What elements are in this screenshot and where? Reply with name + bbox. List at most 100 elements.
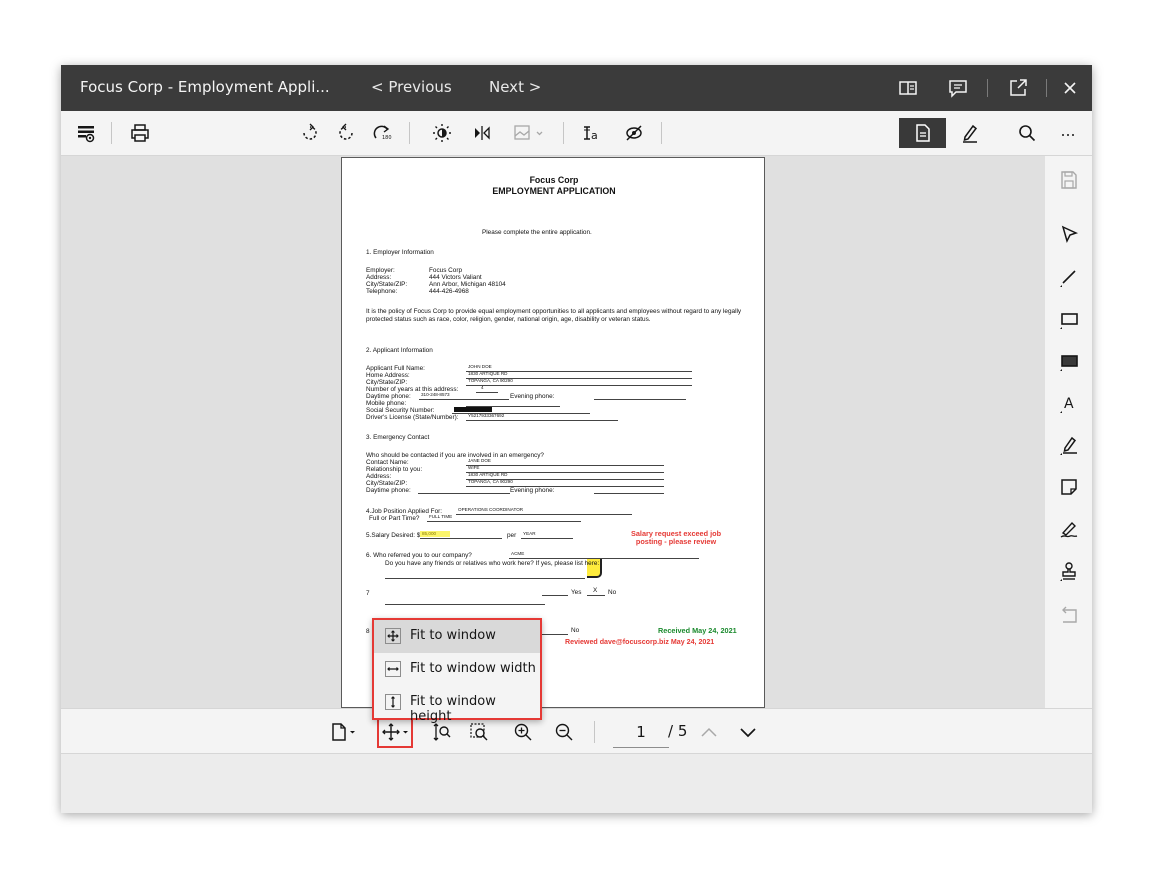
highlight-icon[interactable] (1057, 433, 1081, 457)
doc-underline (476, 392, 498, 393)
search-icon[interactable] (1016, 122, 1038, 144)
menu-item-fit-to-window[interactable]: Fit to window (374, 620, 540, 653)
redaction-box (454, 407, 492, 412)
doc-label: Address: (366, 473, 392, 480)
text-icon[interactable]: A (1057, 391, 1081, 415)
rectangle-icon[interactable] (1057, 307, 1081, 331)
close-icon[interactable] (1059, 77, 1081, 99)
select-pointer-icon[interactable] (1057, 222, 1081, 246)
zoom-out-icon[interactable] (553, 721, 575, 743)
doc-text: Do you have any friends or relatives who… (385, 560, 600, 567)
page-up-icon[interactable] (698, 721, 720, 743)
doc-label: Daytime phone: (366, 393, 411, 400)
line-icon[interactable] (1057, 265, 1081, 289)
doc-label: City/State/ZIP: (366, 281, 408, 288)
annotate-mode-button[interactable] (946, 118, 993, 148)
doc-text: 8 (366, 628, 370, 635)
title-bar: Focus Corp - Employment Appli... < Previ… (61, 65, 1092, 111)
received-stamp: Received May 24, 2021 (658, 626, 737, 635)
doc-label: Mobile phone: (366, 400, 407, 407)
annotate-mode-icon (963, 124, 978, 143)
save-icon[interactable] (1057, 168, 1081, 192)
brightness-icon[interactable] (431, 122, 453, 144)
doc-underline (419, 399, 509, 400)
zoom-in-icon[interactable] (512, 721, 534, 743)
doc-fill-value: TOPANGA, CA 90290 (468, 479, 513, 484)
doc-underline (466, 420, 618, 421)
page-number-input[interactable] (613, 717, 669, 748)
document-viewer-window: Focus Corp - Employment Appli... < Previ… (61, 65, 1092, 813)
image-options-icon[interactable] (511, 122, 547, 144)
doc-underline (542, 595, 568, 596)
viewer-footer (61, 753, 1092, 813)
titlebar-divider (1046, 79, 1047, 97)
doc-label: Telephone: (366, 288, 398, 295)
svg-text:a: a (591, 129, 598, 142)
doc-label: 6. Who referred you to our company? (366, 552, 472, 559)
doc-label: Relationship to you: (366, 466, 423, 473)
doc-fill-value: Y5217933367692 (468, 413, 505, 418)
text-analysis-icon[interactable]: a (581, 122, 603, 144)
doc-fill-value: FULL TIME (429, 514, 453, 519)
panel-icon[interactable] (897, 77, 919, 99)
doc-label: per (507, 532, 517, 539)
fit-to-window-icon (385, 628, 401, 644)
doc-fill-value: X (593, 587, 598, 594)
viewer-bottom-bar: / 5 (61, 708, 1092, 753)
flip-icon[interactable] (471, 122, 493, 144)
launch-icon[interactable] (1007, 77, 1029, 99)
fit-to-width-icon (385, 661, 401, 677)
filled-rectangle-icon[interactable] (1057, 349, 1081, 373)
doc-label: No (608, 589, 617, 596)
toolbar-divider (563, 122, 564, 144)
previous-button[interactable]: < Previous (371, 78, 452, 96)
document-canvas: Focus Corp EMPLOYMENT APPLICATION Please… (61, 156, 1045, 708)
menu-item-fit-to-height[interactable]: Fit to window height (374, 686, 540, 724)
titlebar-divider (987, 79, 988, 97)
doc-label: Employer: (366, 267, 395, 274)
doc-value: 444-426-4968 (429, 288, 469, 295)
hide-icon[interactable] (623, 122, 645, 144)
print-icon[interactable] (129, 122, 151, 144)
doc-label: 5.Salary Desired: $ (366, 532, 421, 539)
document-icon[interactable] (329, 721, 359, 743)
doc-underline (466, 465, 664, 466)
doc-fill-value: JOHN DOE (468, 364, 492, 369)
stamp-icon[interactable] (1057, 559, 1081, 583)
document-toolbar: 180 a (61, 111, 1092, 156)
view-mode-button[interactable] (899, 118, 946, 148)
next-button[interactable]: Next > (489, 78, 541, 96)
doc-underline (521, 538, 573, 539)
document-title: Focus Corp - Employment Appli... (80, 78, 330, 96)
menu-item-label: Fit to window width (410, 661, 536, 676)
menu-item-fit-to-width[interactable]: Fit to window width (374, 653, 540, 686)
doc-value: Focus Corp (429, 267, 463, 274)
doc-label: No (571, 627, 580, 634)
fit-options-menu: Fit to window Fit to window width Fit to… (372, 618, 542, 724)
doc-underline (466, 486, 664, 487)
signature-icon[interactable] (1057, 517, 1081, 541)
rotate-dashed-icon[interactable] (299, 122, 321, 144)
doc-text: 7 (366, 590, 370, 597)
doc-underline (385, 604, 545, 605)
thumbnail-view-icon[interactable] (75, 122, 97, 144)
doc-underline (418, 493, 510, 494)
comment-icon[interactable] (947, 77, 969, 99)
doc-label: City/State/ZIP: (366, 379, 408, 386)
rotate-right-icon[interactable]: 180 (371, 122, 393, 144)
zoom-to-selection-icon[interactable] (468, 721, 490, 743)
doc-instruction: Please complete the entire application. (482, 229, 592, 236)
overflow-menu-icon[interactable] (1057, 122, 1079, 144)
page-down-icon[interactable] (737, 721, 759, 743)
doc-label: Yes (571, 589, 582, 596)
doc-underline (587, 595, 605, 596)
toolbar-divider (111, 122, 112, 144)
sticky-note-icon[interactable] (1057, 475, 1081, 499)
fit-to-window-icon[interactable] (381, 721, 411, 743)
svg-text:180: 180 (382, 135, 392, 141)
page-total: / 5 (668, 722, 688, 740)
rotate-left-icon[interactable] (335, 122, 357, 144)
undo-icon[interactable] (1057, 603, 1081, 627)
fit-to-height-icon[interactable] (431, 721, 453, 743)
doc-underline (466, 385, 692, 386)
